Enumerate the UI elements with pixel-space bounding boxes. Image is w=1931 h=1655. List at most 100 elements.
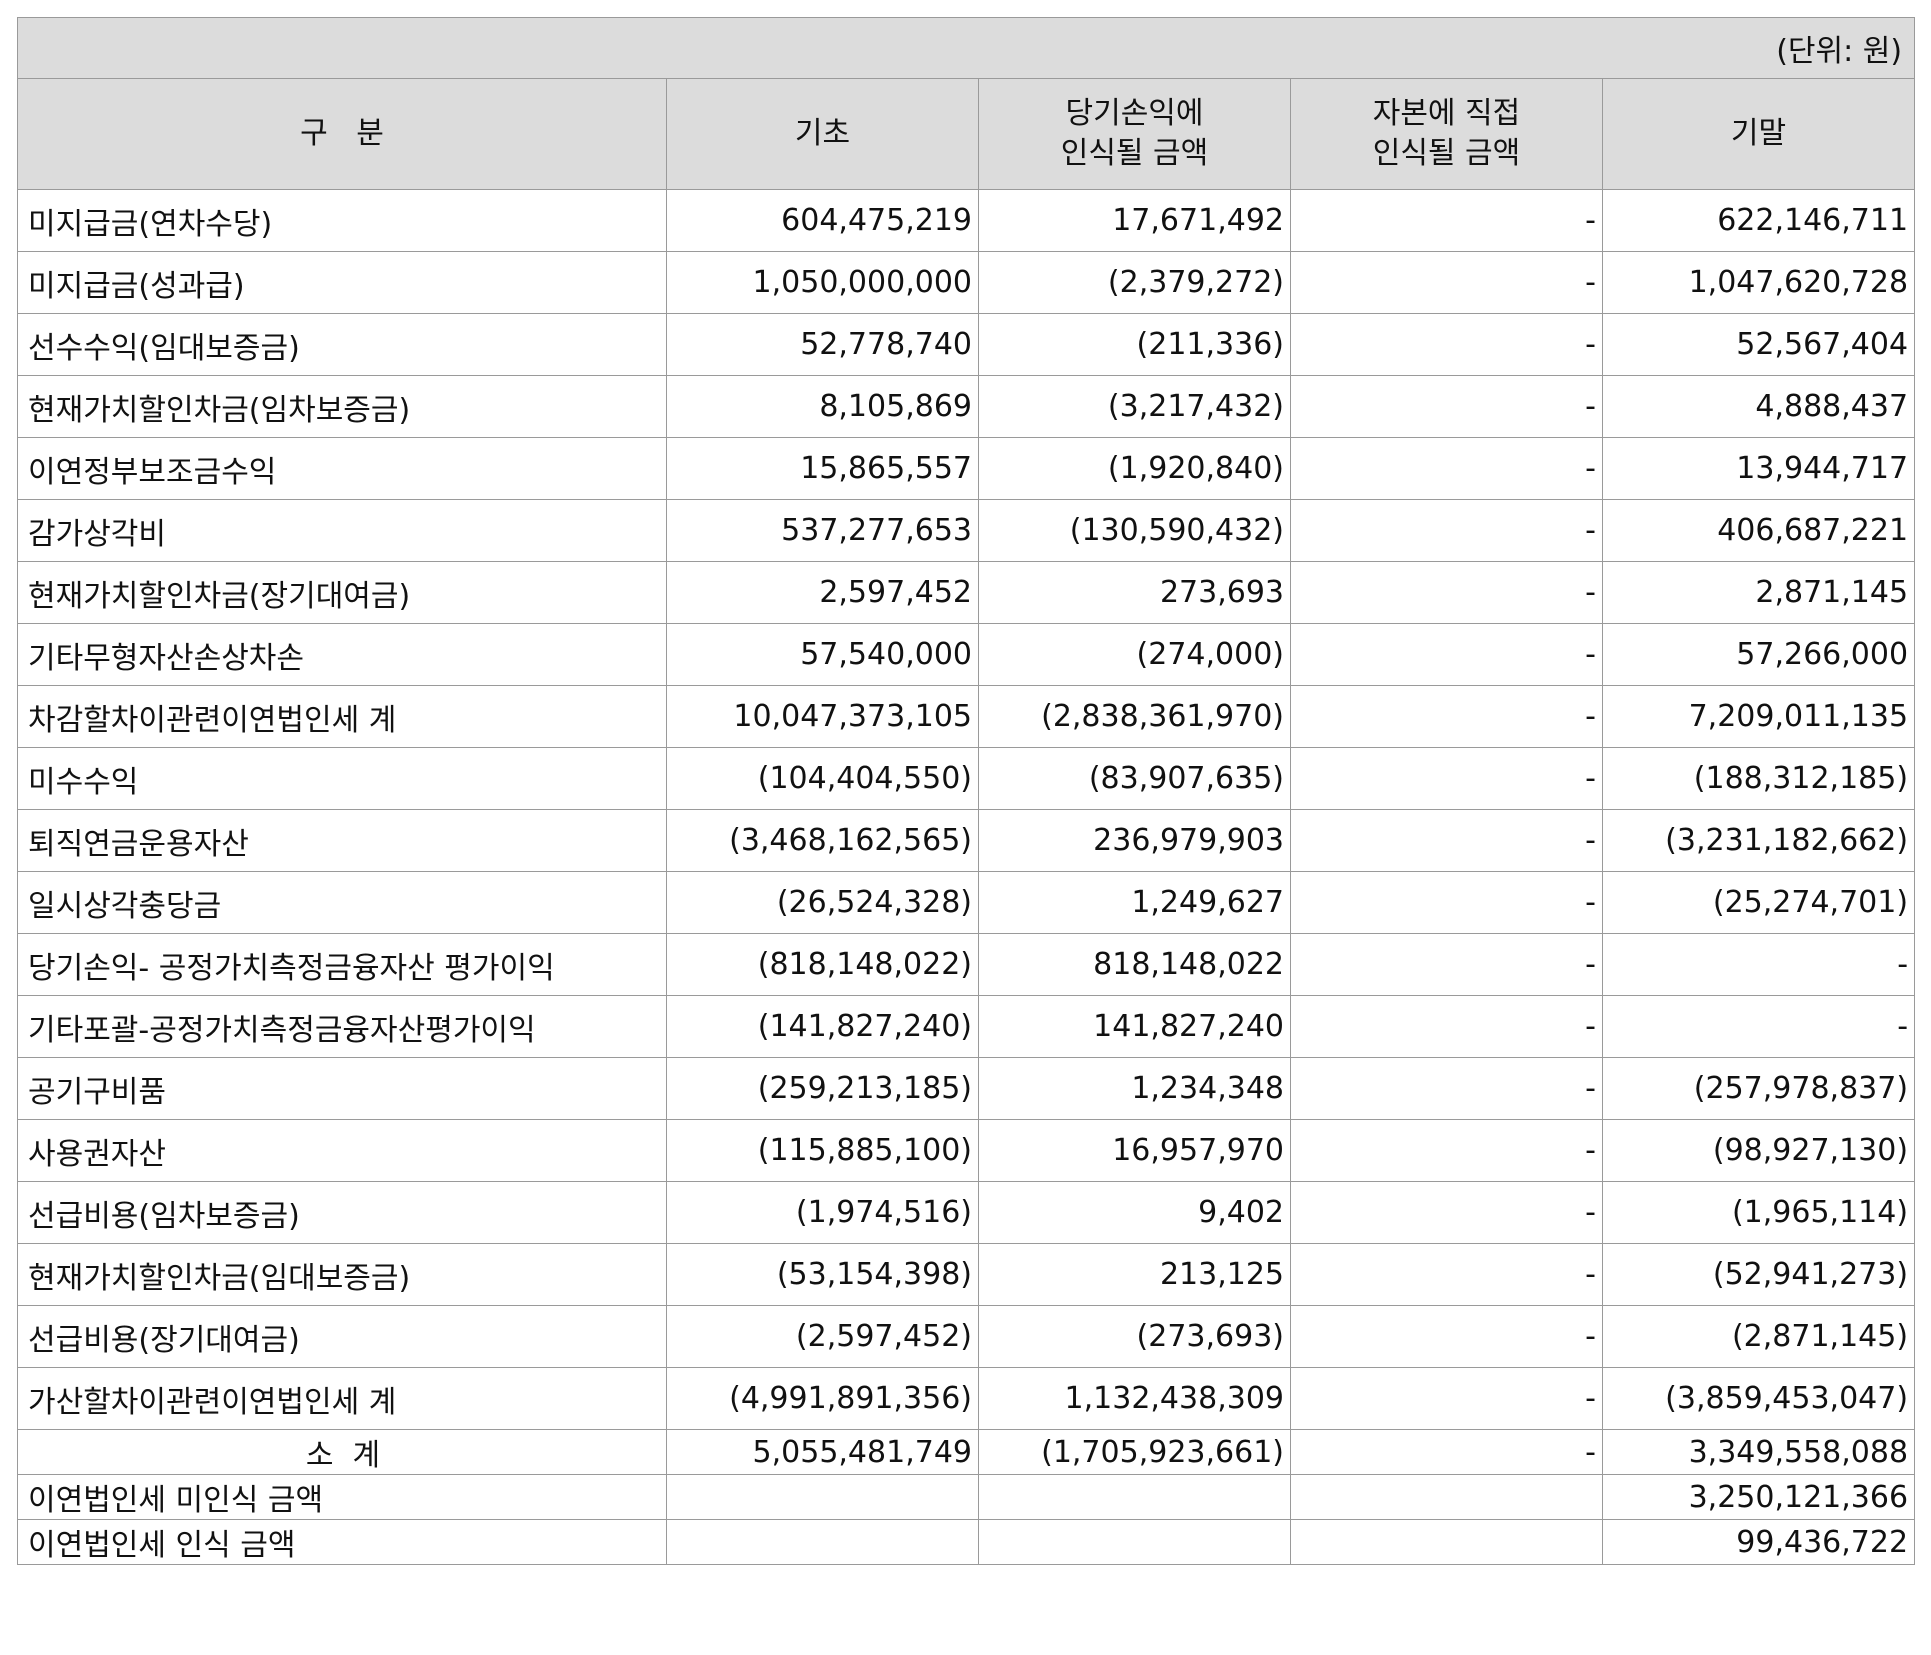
row-equity: - (1290, 1367, 1603, 1430)
table-row: 퇴직연금운용자산 (3,468,162,565) 236,979,903- (3,23… (17, 809, 1916, 872)
row-ending: 57,266,000 (1601, 623, 1916, 686)
row-label: 기타무형자산손상차손 (17, 623, 667, 686)
row-label: 사용권자산 (17, 1119, 667, 1182)
row-label: 미지급금(성과급) (17, 251, 667, 314)
row-label: 선급비용(임차보증금) (17, 1181, 667, 1244)
row-ending: 2,871,145 (1601, 561, 1916, 624)
subtotal-profit-loss: (1,705,923,661) (978, 1429, 1291, 1475)
row-ending: (25,274,701) (1601, 871, 1916, 934)
row-ending: (257,978,837) (1601, 1057, 1916, 1120)
recognized-label: 이연법인세 인식 금액 (17, 1519, 667, 1565)
row-label: 일시상각충당금 (17, 871, 667, 934)
row-equity: - (1290, 685, 1603, 748)
row-label: 공기구비품 (17, 1057, 667, 1120)
row-beginning: 2,597,452 (666, 561, 979, 624)
unrecognized-row: 이연법인세 미인식 금액 3,250,121,366 (17, 1474, 1916, 1520)
row-profit-loss: 1,132,438,309 (978, 1367, 1291, 1430)
header-beginning: 기초 (666, 78, 979, 190)
subtotal-label: 소 계 (17, 1429, 667, 1475)
row-beginning: (259,213,185) (666, 1057, 979, 1120)
row-label: 가산할차이관련이연법인세 계 (17, 1367, 667, 1430)
unrecognized-ending: 3,250,121,366 (1601, 1474, 1916, 1520)
row-label: 당기손익- 공정가치측정금융자산 평가이익 (17, 933, 667, 996)
subtotal-row: 소 계 5,055,481,749 (1,705,923,661) - 3,34… (17, 1429, 1916, 1475)
row-beginning: (53,154,398) (666, 1243, 979, 1306)
row-profit-loss: (2,838,361,970) (978, 685, 1291, 748)
row-label: 현재가치할인차금(임차보증금) (17, 375, 667, 438)
row-equity: - (1290, 437, 1603, 500)
row-ending: 622,146,711 (1601, 189, 1916, 252)
table-row: 기타포괄-공정가치측정금융자산평가이익 (141,827,240) 141,827,… (17, 995, 1916, 1058)
row-profit-loss: (273,693) (978, 1305, 1291, 1368)
row-equity: - (1290, 251, 1603, 314)
row-ending: 52,567,404 (1601, 313, 1916, 376)
row-label: 선급비용(장기대여금) (17, 1305, 667, 1368)
deferred-tax-table: (단위: 원) 구 분 기초 당기손익에 인식될 금액 자본에 직접 인식될 금… (16, 17, 1916, 1565)
table-row: 선급비용(임차보증금) (1,974,516) 9,402- (1,965,114) (17, 1181, 1916, 1244)
row-equity: - (1290, 499, 1603, 562)
recognized-ending: 99,436,722 (1601, 1519, 1916, 1565)
table-row: 사용권자산 (115,885,100) 16,957,970- (98,927,130… (17, 1119, 1916, 1182)
header-row: 구 분 기초 당기손익에 인식될 금액 자본에 직접 인식될 금액 기말 (17, 78, 1916, 190)
row-equity: - (1290, 809, 1603, 872)
table-row: 미지급금(연차수당) 604,475,219 17,671,492-622,146,… (17, 189, 1916, 252)
unrecognized-label: 이연법인세 미인식 금액 (17, 1474, 667, 1520)
row-ending: 1,047,620,728 (1601, 251, 1916, 314)
table-row: 감가상각비 537,277,653 (130,590,432) -406,687,22… (17, 499, 1916, 562)
table-row: 당기손익- 공정가치측정금융자산 평가이익 (818,148,022) 818,14… (17, 933, 1916, 996)
subtotal-beginning: 5,055,481,749 (666, 1429, 979, 1475)
row-equity: - (1290, 1119, 1603, 1182)
row-equity: - (1290, 1243, 1603, 1306)
row-ending: 4,888,437 (1601, 375, 1916, 438)
row-profit-loss: (2,379,272) (978, 251, 1291, 314)
row-beginning: (818,148,022) (666, 933, 979, 996)
table-row: 현재가치할인차금(임대보증금) (53,154,398) 213,125- (52,9… (17, 1243, 1916, 1306)
row-ending: (98,927,130) (1601, 1119, 1916, 1182)
row-beginning: (115,885,100) (666, 1119, 979, 1182)
row-profit-loss: 1,249,627 (978, 871, 1291, 934)
row-ending: - (1601, 995, 1916, 1058)
unrecognized-equity (1290, 1474, 1603, 1520)
unrecognized-profit-loss (978, 1474, 1291, 1520)
row-beginning: 15,865,557 (666, 437, 979, 500)
unit-row: (단위: 원) (16, 17, 1916, 79)
row-profit-loss: (211,336) (978, 313, 1291, 376)
table-row: 현재가치할인차금(장기대여금) 2,597,452 273,693-2,871,14… (17, 561, 1916, 624)
row-ending: (2,871,145) (1601, 1305, 1916, 1368)
row-label: 감가상각비 (17, 499, 667, 562)
row-profit-loss: 141,827,240 (978, 995, 1291, 1058)
row-label: 현재가치할인차금(장기대여금) (17, 561, 667, 624)
row-equity: - (1290, 1305, 1603, 1368)
row-label: 미지급금(연차수당) (17, 189, 667, 252)
table-row: 미수수익 (104,404,550) (83,907,635) - (188,312,1… (17, 747, 1916, 810)
row-profit-loss: 818,148,022 (978, 933, 1291, 996)
subtotal-ending: 3,349,558,088 (1601, 1429, 1916, 1475)
row-ending: (3,859,453,047) (1601, 1367, 1916, 1430)
table-row: 일시상각충당금 (26,524,328) 1,249,627- (25,274,701… (17, 871, 1916, 934)
row-profit-loss: (83,907,635) (978, 747, 1291, 810)
row-ending: (3,231,182,662) (1601, 809, 1916, 872)
row-ending: (52,941,273) (1601, 1243, 1916, 1306)
deferred-tax-table-container: (단위: 원) 구 분 기초 당기손익에 인식될 금액 자본에 직접 인식될 금… (16, 17, 1916, 1565)
row-beginning: (4,991,891,356) (666, 1367, 979, 1430)
table-row: 현재가치할인차금(임차보증금) 8,105,869 (3,217,432) -4,88… (17, 375, 1916, 438)
table-row: 이연정부보조금수익 15,865,557 (1,920,840) -13,944,71… (17, 437, 1916, 500)
row-profit-loss: 9,402 (978, 1181, 1291, 1244)
row-profit-loss: 236,979,903 (978, 809, 1291, 872)
row-equity: - (1290, 561, 1603, 624)
row-ending: 13,944,717 (1601, 437, 1916, 500)
recognized-equity (1290, 1519, 1603, 1565)
table-body: 미지급금(연차수당) 604,475,219 17,671,492-622,146,… (17, 189, 1916, 1430)
row-label: 미수수익 (17, 747, 667, 810)
row-ending: 406,687,221 (1601, 499, 1916, 562)
row-beginning: (141,827,240) (666, 995, 979, 1058)
row-label: 이연정부보조금수익 (17, 437, 667, 500)
header-category: 구 분 (17, 78, 667, 190)
row-equity: - (1290, 995, 1603, 1058)
row-profit-loss: 273,693 (978, 561, 1291, 624)
row-equity: - (1290, 1057, 1603, 1120)
header-profit-loss: 당기손익에 인식될 금액 (978, 78, 1291, 190)
subtotal-equity: - (1290, 1429, 1603, 1475)
row-label: 차감할차이관련이연법인세 계 (17, 685, 667, 748)
header-equity: 자본에 직접 인식될 금액 (1290, 78, 1603, 190)
